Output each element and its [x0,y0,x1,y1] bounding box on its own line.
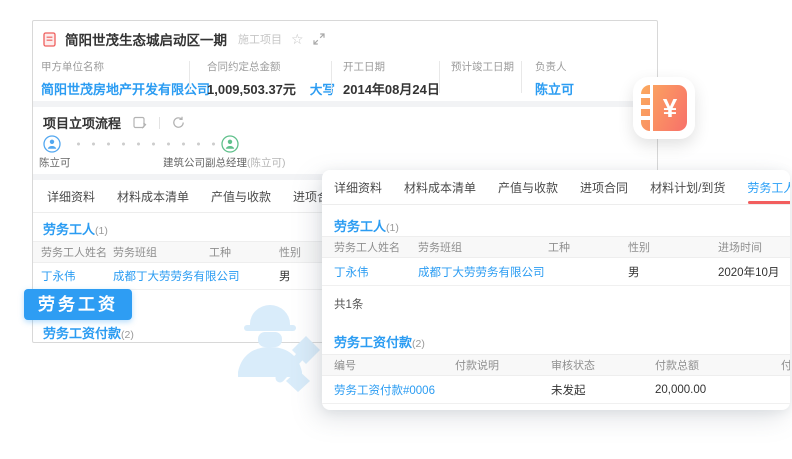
front-tab-bar: 详细资料 材料成本清单 产值与收款 进项合同 材料计划/到货 劳务工人 [322,170,790,205]
column-header: 工种 [209,244,269,260]
client-name-link[interactable]: 简阳世茂房地产开发有限公司 [41,79,210,98]
section-title-workers: 劳务工人(1) [334,216,399,235]
table-row: 丁永伟 成都丁大劳劳务有限公司 男 2020年10月 [322,258,790,286]
section-divider [33,101,657,107]
column-header: 付款说明 [455,357,547,373]
worker-name-link[interactable]: 丁永伟 [334,264,414,280]
process-section-header: 项目立项流程 [43,113,185,132]
field-label: 负责人 [535,59,574,74]
process-section-title: 项目立项流程 [43,113,121,132]
tab-output-and-collection[interactable]: 产值与收款 [498,170,558,204]
process-step-name: 陈立可 [39,155,71,170]
tab-details[interactable]: 详细资料 [47,180,95,212]
section-count: (2) [121,329,134,341]
ledger-notch [641,94,650,98]
favorite-star-icon[interactable]: ☆ [291,32,304,46]
workers-table-header: 劳务工人姓名 劳务班组 工种 性别 进场时间 [322,236,790,258]
section-title-wage-payment: 劳务工资付款(2) [43,323,134,342]
field-manager: 负责人 陈立可 [535,59,574,98]
section-count: (2) [412,338,425,350]
field-label: 预计竣工日期 [451,59,514,74]
window-title-row: 简阳世茂生态城启动区一期 施工项目 ☆ [33,21,657,57]
record-count-summary: 共1条 [334,296,363,312]
process-step-name: 建筑公司副总经理(陈立可) [163,155,286,170]
column-header: 审核状态 [551,357,651,373]
field-label: 合同约定总金额 [207,59,335,74]
tab-material-plan-delivery[interactable]: 材料计划/到货 [650,170,725,204]
preview-icon[interactable] [133,116,147,129]
tab-labor-workers[interactable]: 劳务工人 [747,170,790,204]
summary-fields: 甲方单位名称 简阳世茂房地产开发有限公司 合同约定总金额 1,009,503.3… [33,57,657,101]
start-date-value: 2014年08月24日 [343,79,440,98]
column-header: 劳务工人姓名 [334,239,414,255]
column-header: 工种 [548,239,624,255]
payments-table-header: 编号 付款说明 审核状态 付款总额 付 [322,354,790,376]
page-title: 简阳世茂生态城启动区一期 [65,29,227,49]
worker-entry-date: 2020年10月 [718,264,788,280]
divider [331,61,332,93]
tab-details[interactable]: 详细资料 [334,170,382,204]
field-client-name: 甲方单位名称 简阳世茂房地产开发有限公司 [41,59,210,98]
manager-link[interactable]: 陈立可 [535,79,574,98]
worker-name-link[interactable]: 丁永伟 [41,268,111,284]
document-icon [43,32,56,47]
field-expected-completion-date: 预计竣工日期 [451,59,514,79]
ledger-notch [641,116,650,120]
tab-material-cost-list[interactable]: 材料成本清单 [117,180,189,212]
construction-worker-watermark [220,294,328,399]
payment-total-amount: 20,000.00 [655,384,765,396]
section-count: (1) [386,222,399,234]
table-row: 劳务工资付款#0006 未发起 20,000.00 [322,376,790,404]
labor-team-link[interactable]: 成都丁大劳劳务有限公司 [113,268,255,284]
labor-team-link[interactable]: 成都丁大劳劳务有限公司 [418,264,544,280]
column-header: 进场时间 [718,239,788,255]
expand-icon[interactable] [313,33,325,45]
field-label: 甲方单位名称 [41,59,210,74]
ledger-notch [641,105,650,109]
yen-symbol: ¥ [653,85,687,131]
tab-incoming-contract[interactable]: 进项合同 [580,170,628,204]
divider [159,117,160,129]
worker-gender: 男 [628,264,714,280]
labor-wage-badge: 劳务工资 [24,289,132,320]
refresh-icon[interactable] [172,116,185,129]
field-label: 开工日期 [343,59,440,74]
section-count: (1) [95,225,108,237]
divider [189,61,190,93]
payment-audit-status: 未发起 [551,382,651,398]
process-dotted-line [71,142,217,146]
yen-ledger-card: ¥ [633,77,695,139]
project-type-label: 施工项目 [238,31,282,47]
process-step-note: (陈立可) [247,157,286,169]
field-start-date: 开工日期 2014年08月24日 [343,59,440,98]
section-title-workers: 劳务工人(1) [43,219,108,238]
divider [439,61,440,93]
payment-number-link[interactable]: 劳务工资付款#0006 [334,382,452,398]
labor-workers-panel: 详细资料 材料成本清单 产值与收款 进项合同 材料计划/到货 劳务工人 劳务工人… [322,170,790,410]
column-header: 编号 [334,357,452,373]
column-header: 付款总额 [655,357,765,373]
divider [521,61,522,93]
column-header: 性别 [628,239,714,255]
column-header: 劳务班组 [418,239,544,255]
contract-amount-value: 1,009,503.37元 [207,82,296,97]
column-header: 劳务工人姓名 [41,244,111,260]
yen-ledger-icon: ¥ [641,85,687,131]
tab-output-and-collection[interactable]: 产值与收款 [211,180,271,212]
field-contract-amount: 合同约定总金额 1,009,503.37元大写 [207,59,335,98]
column-header: 付 [781,357,790,373]
section-title-wage-payment: 劳务工资付款(2) [334,332,425,351]
tab-material-cost-list[interactable]: 材料成本清单 [404,170,476,204]
